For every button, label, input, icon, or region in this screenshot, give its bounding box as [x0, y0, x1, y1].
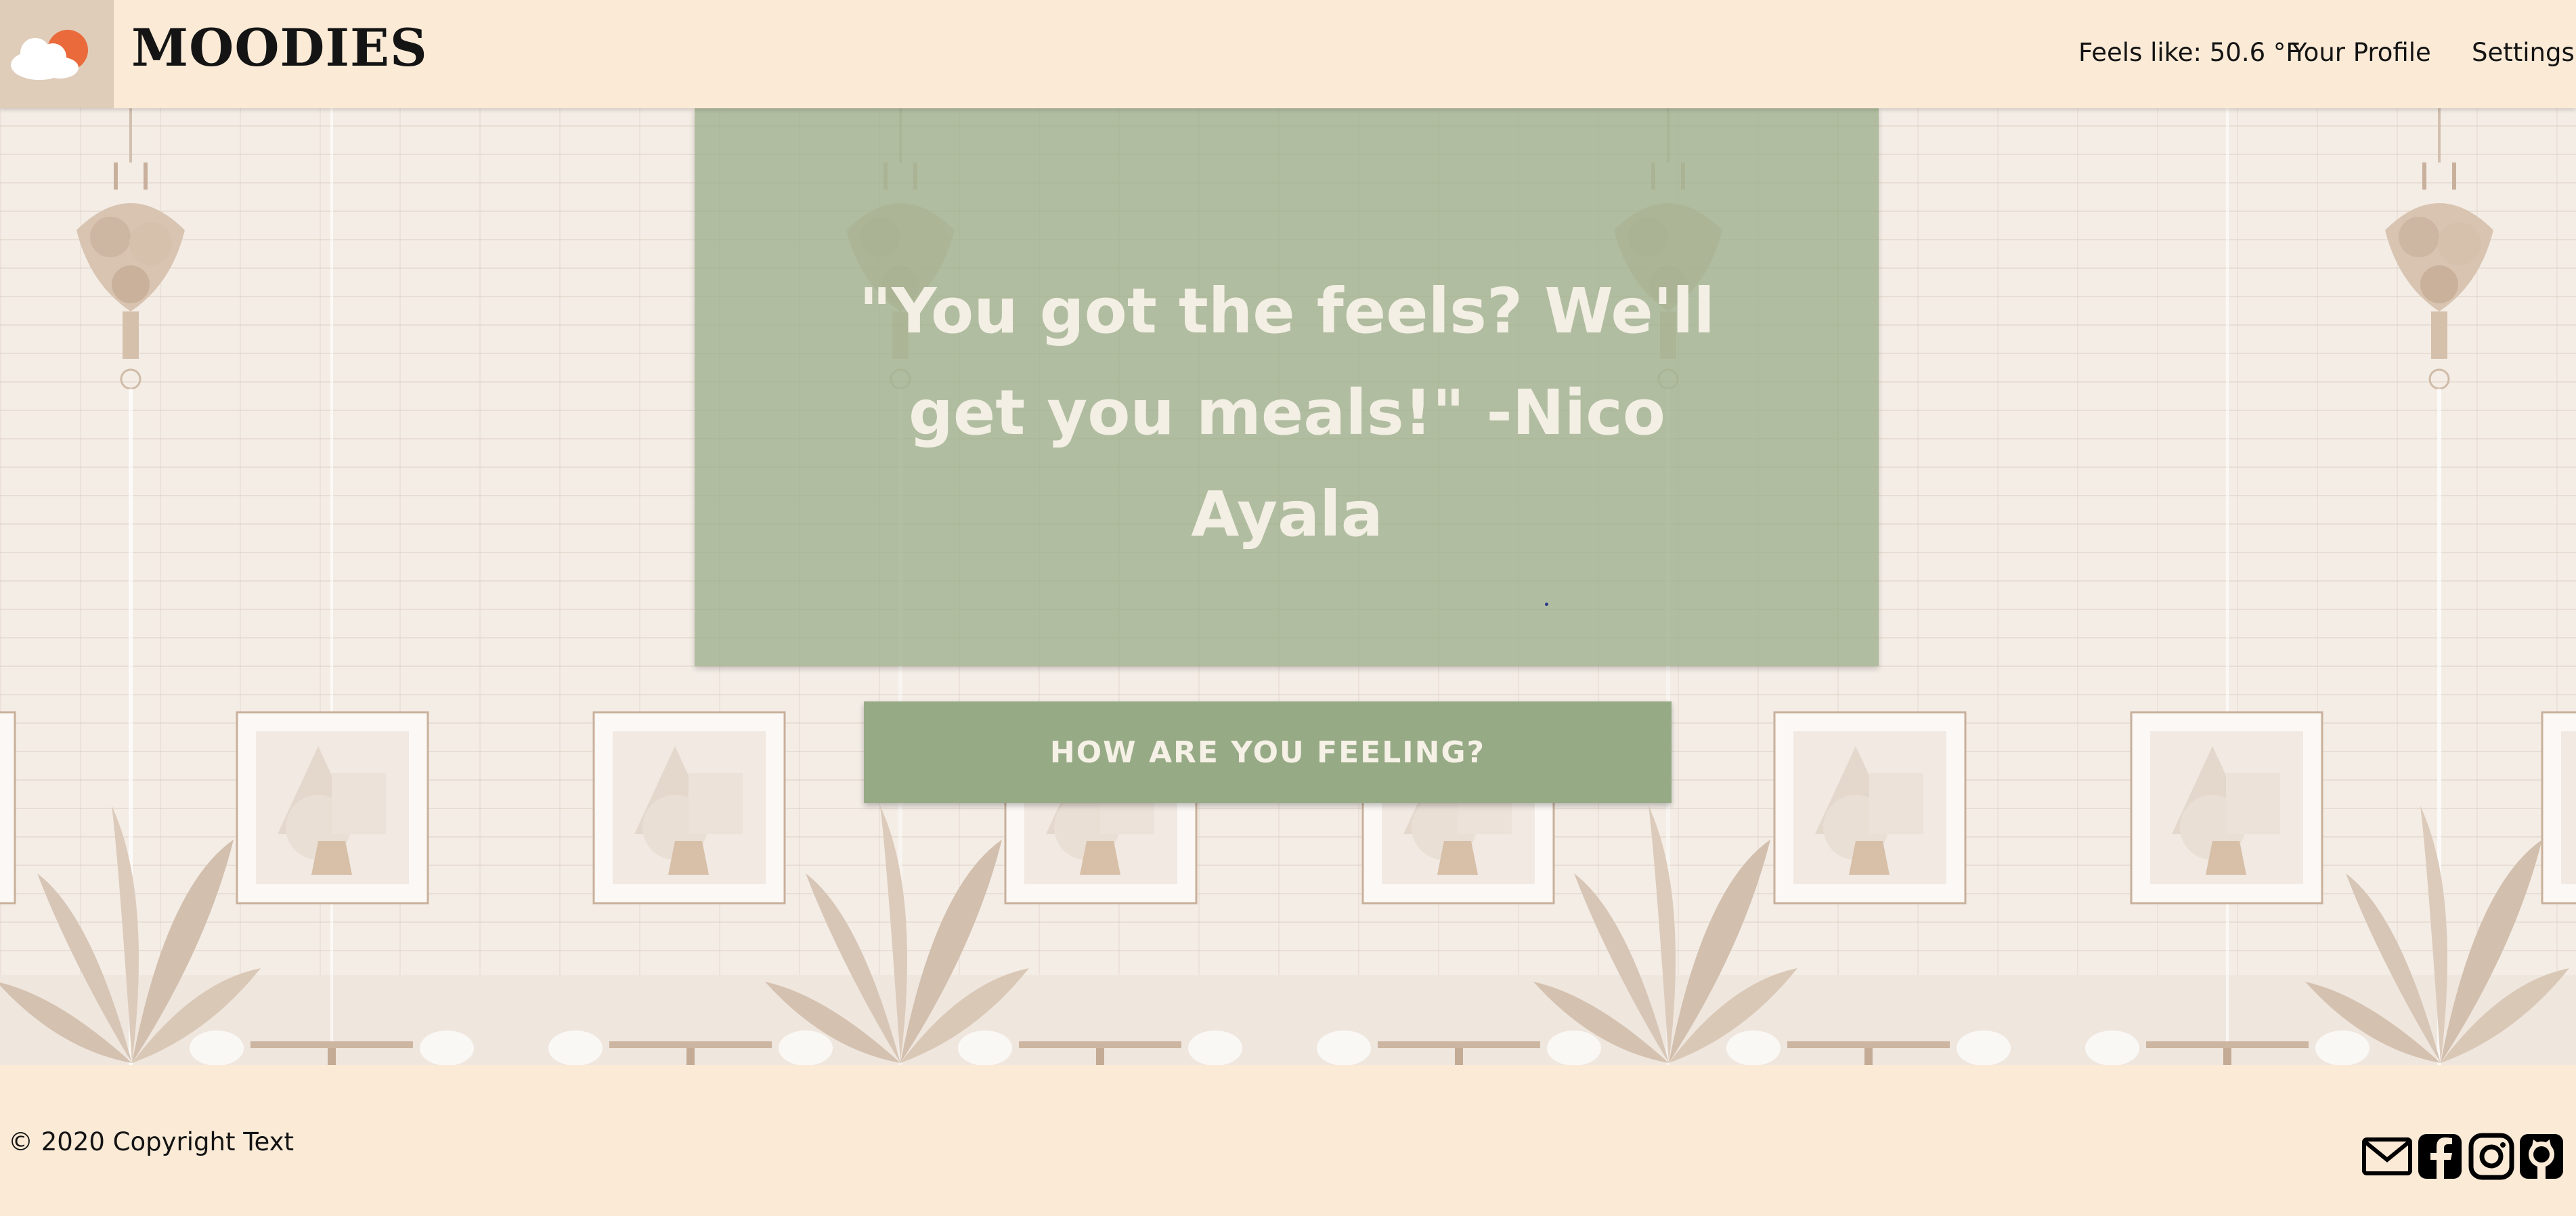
github-icon[interactable]	[2518, 1130, 2564, 1183]
quote-card: "You got the feels? We'll get you meals!…	[695, 108, 1879, 666]
copyright-text: © 2020 Copyright Text	[8, 1127, 294, 1156]
brand-title[interactable]: MOODIES	[131, 18, 428, 78]
how-are-you-feeling-button[interactable]: HOW ARE YOU FEELING?	[864, 701, 1672, 803]
quote-text: "You got the feels? We'll get you meals!…	[858, 275, 1716, 550]
footer: © 2020 Copyright Text	[0, 1065, 2576, 1216]
top-nav-bar: MOODIES Feels like: 50.6 °F Your Profile…	[0, 0, 2576, 108]
logo[interactable]	[0, 0, 114, 108]
cloud-sun-icon	[11, 30, 88, 80]
cursor-dot	[1545, 603, 1548, 606]
facebook-icon[interactable]	[2417, 1130, 2463, 1183]
nav-settings[interactable]: Settings	[2472, 38, 2575, 67]
nav-your-profile[interactable]: Your Profile	[2292, 38, 2431, 67]
instagram-icon[interactable]	[2468, 1130, 2514, 1183]
mail-icon[interactable]	[2361, 1130, 2413, 1183]
feels-like-temperature: Feels like: 50.6 °F	[2078, 38, 2300, 67]
